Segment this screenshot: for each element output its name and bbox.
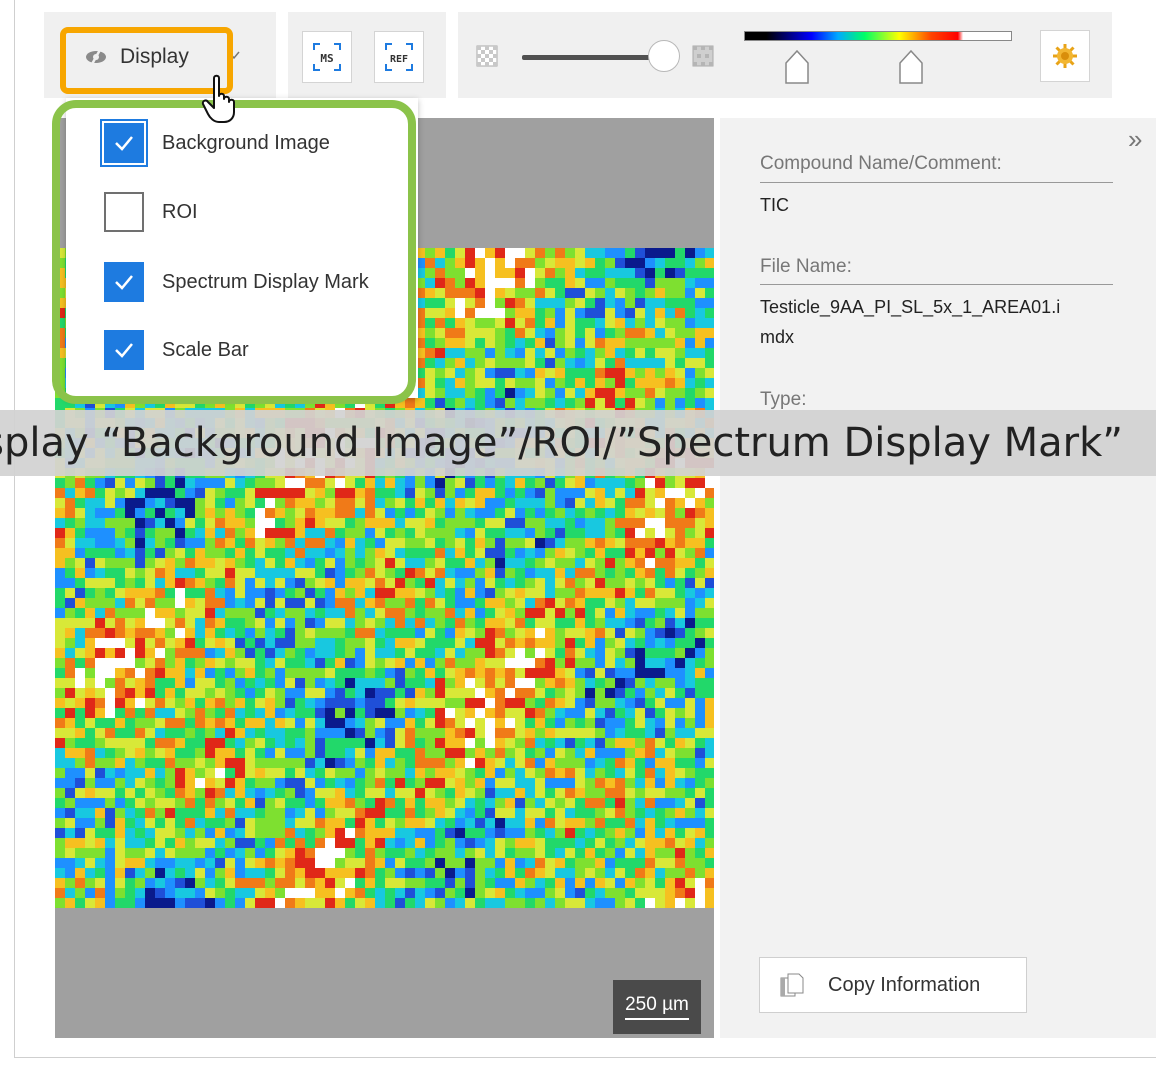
menu-item-scale-bar[interactable]: Scale Bar <box>104 330 249 370</box>
copy-information-button[interactable]: Copy Information <box>759 957 1027 1013</box>
ms-icon: MS <box>313 43 341 71</box>
file-name-divider <box>760 284 1113 285</box>
compound-name-value: TIC <box>760 195 789 215</box>
eye-hidden-icon <box>86 47 106 67</box>
display-button-label: Display <box>120 45 189 68</box>
menu-item-spectrum-display-mark[interactable]: Spectrum Display Mark <box>104 262 369 302</box>
copy-document-icon <box>780 973 804 997</box>
hand-pointer-cursor-icon <box>201 74 235 123</box>
color-scale-bar <box>744 31 1012 41</box>
checkmark-icon <box>115 275 133 290</box>
file-name-value-line2: mdx <box>760 327 795 347</box>
copy-information-label: Copy Information <box>828 973 981 996</box>
menu-item-label: Background Image <box>162 131 330 154</box>
transparency-slider-thumb[interactable] <box>648 40 680 72</box>
checkmark-icon <box>115 343 133 358</box>
ms-button[interactable]: MS <box>302 31 352 83</box>
caption-banner: isplay “Background Image”/ROI/”Spectrum … <box>0 410 1156 476</box>
file-name-value-line1: Testicle_9AA_PI_SL_5x_1_AREA01.i <box>760 297 1061 317</box>
spectrum-display-mark-checkbox[interactable] <box>104 262 144 302</box>
background-image-checkbox[interactable] <box>100 119 148 167</box>
ms-label: MS <box>320 52 333 65</box>
ref-icon: REF <box>385 43 413 71</box>
transparency-low-icon <box>476 45 498 67</box>
ref-button[interactable]: REF <box>374 31 424 83</box>
compound-name-label: Compound Name/Comment: <box>760 153 1002 174</box>
type-label: Type: <box>760 389 807 410</box>
chevron-down-icon <box>228 51 240 60</box>
ref-label: REF <box>390 54 408 65</box>
collapse-panel-icon[interactable]: » <box>1128 124 1142 155</box>
file-name-label: File Name: <box>760 256 852 277</box>
scale-bar: 250 µm <box>613 980 701 1034</box>
image-settings-button[interactable] <box>1040 30 1090 82</box>
menu-item-roi[interactable]: ROI <box>104 192 198 232</box>
menu-item-label: Spectrum Display Mark <box>162 270 369 293</box>
menu-item-label: Scale Bar <box>162 338 249 361</box>
scale-bar-label: 250 µm <box>625 994 689 1020</box>
color-scale-lower-handle[interactable] <box>784 49 810 85</box>
checkmark-icon <box>115 136 133 151</box>
color-scale-upper-handle[interactable] <box>898 49 924 85</box>
sun-gear-icon <box>1053 44 1077 68</box>
compound-name-divider <box>760 182 1113 183</box>
menu-item-label: ROI <box>162 200 198 223</box>
caption-text: isplay “Background Image”/ROI/”Spectrum … <box>0 420 1123 466</box>
scale-bar-checkbox[interactable] <box>104 330 144 370</box>
transparency-high-icon <box>692 45 714 67</box>
roi-checkbox[interactable] <box>104 192 144 232</box>
menu-item-background-image[interactable]: Background Image <box>100 119 330 167</box>
